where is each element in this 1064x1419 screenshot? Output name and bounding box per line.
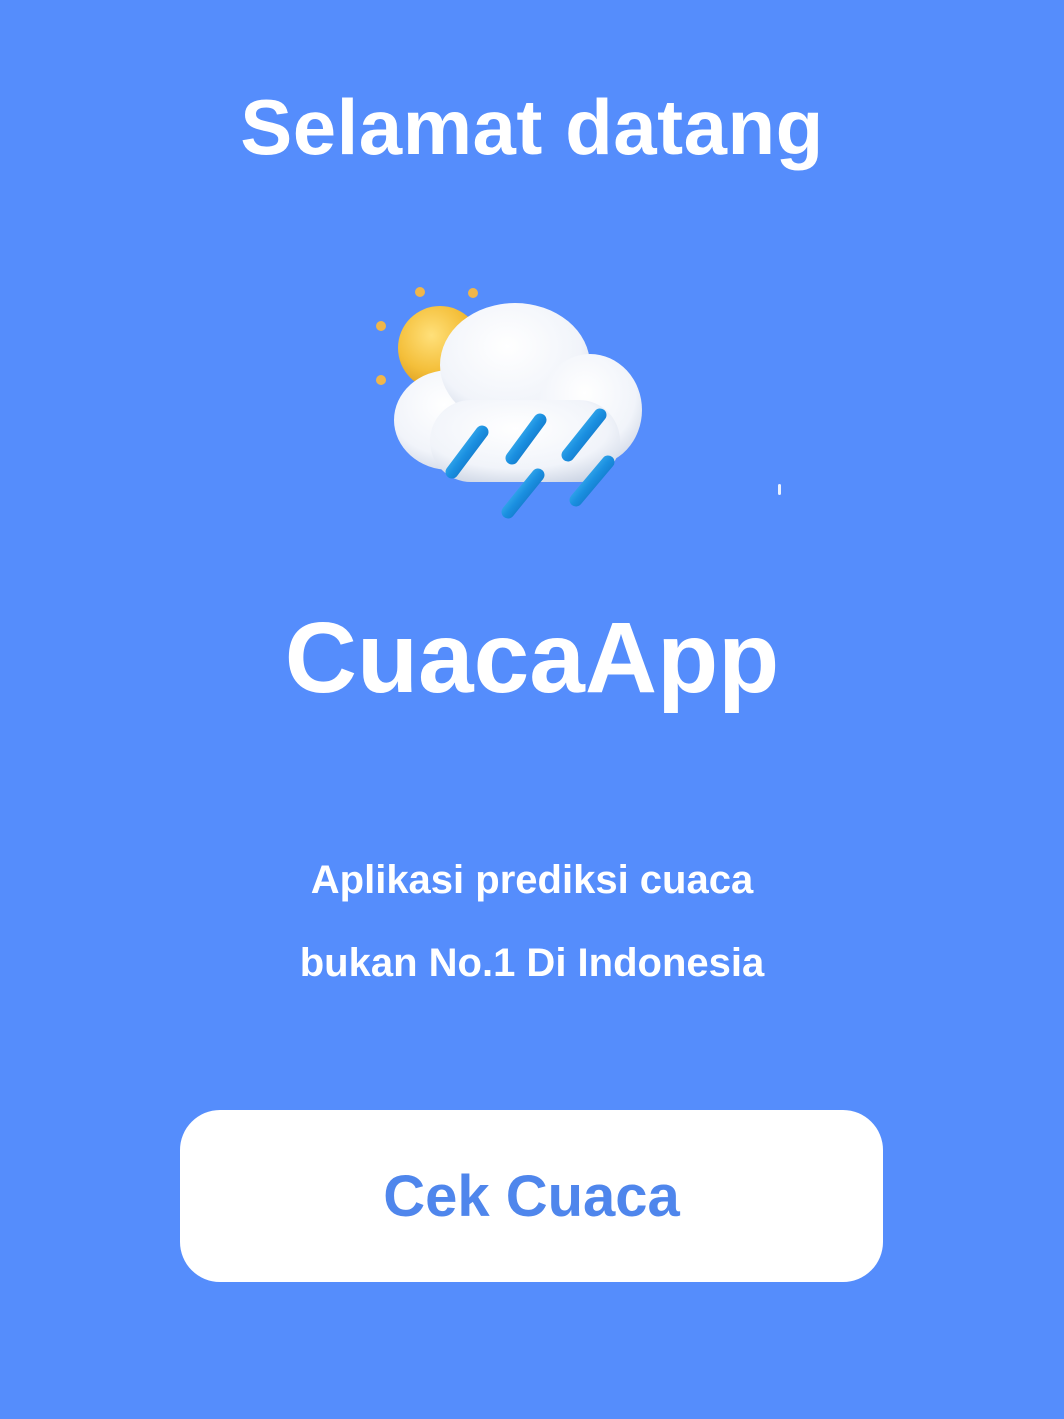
sun-behind-rain-cloud-icon [370, 280, 660, 520]
app-name: CuacaApp [284, 602, 780, 714]
check-weather-button[interactable]: Cek Cuaca [180, 1110, 883, 1282]
decorative-dot [778, 484, 781, 495]
welcome-title: Selamat datang [240, 83, 824, 171]
tagline-line-2: bukan No.1 Di Indonesia [299, 941, 765, 985]
tagline-line-1: Aplikasi prediksi cuaca [310, 858, 754, 902]
